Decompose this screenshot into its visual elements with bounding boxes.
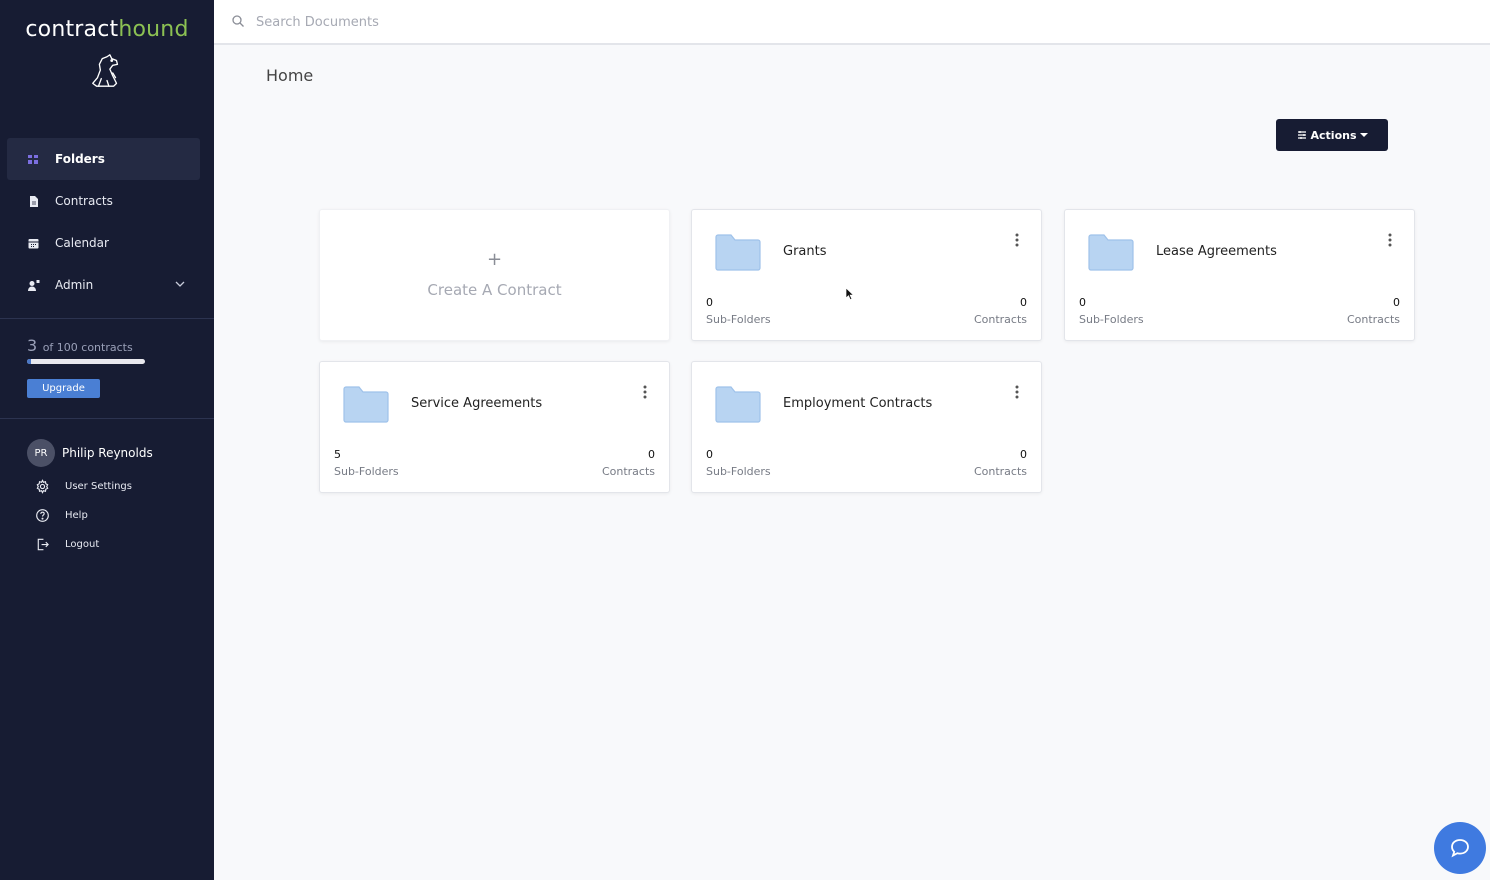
help-link[interactable]: Help: [35, 501, 132, 530]
logout-icon: [37, 538, 49, 551]
kebab-menu-icon[interactable]: [1384, 232, 1396, 248]
sliders-icon: [1297, 131, 1306, 139]
sidebar-item-label: Admin: [55, 278, 94, 292]
sidebar-item-label: Calendar: [55, 236, 109, 250]
contract-label: Contracts: [973, 465, 1027, 478]
folders-icon: [28, 154, 38, 164]
kebab-menu-icon[interactable]: [1011, 232, 1023, 248]
contract-stat: 0 Contracts: [1347, 296, 1400, 326]
upgrade-button[interactable]: Upgrade: [27, 379, 100, 398]
folder-card-service-agreements[interactable]: Service Agreements 5 Sub-Folders 0 Contr…: [319, 361, 670, 493]
top-bar: [214, 0, 1490, 45]
contract-count: 0: [648, 448, 655, 461]
folder-icon: [1088, 234, 1134, 271]
chat-bubble-icon: [1451, 839, 1469, 858]
subfolder-count: 5: [334, 448, 341, 461]
sidebar-divider: [0, 418, 214, 419]
folder-icon: [343, 386, 389, 423]
sidebar-item-folders[interactable]: Folders: [7, 138, 200, 180]
subfolder-count: 0: [706, 448, 713, 461]
sidebar-nav: Folders Contracts Calendar Admin: [7, 138, 200, 306]
subfolder-label: Sub-Folders: [1079, 313, 1144, 326]
subfolder-stat: 5 Sub-Folders: [334, 448, 399, 478]
sidebar-item-label: Folders: [55, 152, 105, 166]
mouse-cursor-icon: [845, 287, 855, 301]
folder-card-grants[interactable]: Grants 0 Sub-Folders 0 Contracts: [691, 209, 1042, 341]
usage-progress-fill: [27, 359, 31, 364]
kebab-menu-icon[interactable]: [639, 384, 651, 400]
logout-link[interactable]: Logout: [35, 530, 132, 559]
menu-item-label: Logout: [65, 539, 100, 550]
sidebar-item-calendar[interactable]: Calendar: [7, 222, 200, 264]
folder-name: Grants: [783, 244, 827, 259]
folder-card-lease-agreements[interactable]: Lease Agreements 0 Sub-Folders 0 Contrac…: [1064, 209, 1415, 341]
folder-icon: [715, 234, 761, 271]
subfolder-label: Sub-Folders: [706, 465, 771, 478]
usage-progress-bar: [27, 359, 145, 364]
sidebar-divider: [0, 318, 214, 319]
usage-count: 3: [27, 336, 38, 355]
user-settings-link[interactable]: User Settings: [35, 472, 132, 501]
search-input[interactable]: [256, 10, 856, 34]
folder-card-employment-contracts[interactable]: Employment Contracts 0 Sub-Folders 0 Con…: [691, 361, 1042, 493]
sidebar-item-admin[interactable]: Admin: [7, 264, 200, 306]
calendar-icon: [28, 238, 39, 248]
admin-icon: [28, 279, 40, 291]
plus-icon: +: [486, 249, 503, 270]
subfolder-stat: 0 Sub-Folders: [706, 448, 771, 478]
folder-icon: [715, 386, 761, 423]
help-icon: [36, 509, 49, 522]
caret-down-icon: [1359, 133, 1368, 137]
chat-support-button[interactable]: [1434, 822, 1486, 874]
create-contract-label: Create A Contract: [427, 281, 562, 299]
chevron-down-icon[interactable]: [174, 278, 186, 290]
subfolder-label: Sub-Folders: [706, 313, 771, 326]
menu-item-label: User Settings: [65, 481, 132, 492]
folder-name: Lease Agreements: [1156, 244, 1277, 259]
contract-label: Contracts: [601, 465, 655, 478]
subfolder-label: Sub-Folders: [334, 465, 399, 478]
avatar: PR: [27, 439, 55, 467]
contract-count: 0: [1393, 296, 1400, 309]
kebab-menu-icon[interactable]: [1011, 384, 1023, 400]
contract-count: 0: [1020, 448, 1027, 461]
contract-label: Contracts: [973, 313, 1027, 326]
sidebar-item-label: Contracts: [55, 194, 113, 208]
actions-label: Actions: [1310, 128, 1357, 142]
sidebar: contracthound Folders Contracts Calendar…: [0, 0, 214, 880]
document-icon: [30, 195, 38, 207]
folder-name: Service Agreements: [411, 396, 543, 411]
contract-stat: 0 Contracts: [974, 448, 1027, 478]
subfolder-count: 0: [706, 296, 713, 309]
user-name: Philip Reynolds: [62, 446, 153, 460]
menu-item-label: Help: [65, 510, 88, 521]
folder-name: Employment Contracts: [783, 396, 933, 411]
subfolder-stat: 0 Sub-Folders: [1079, 296, 1144, 326]
sidebar-item-contracts[interactable]: Contracts: [7, 180, 200, 222]
search-icon: [232, 15, 244, 27]
contract-stat: 0 Contracts: [602, 448, 655, 478]
dog-logo-icon: [92, 54, 119, 87]
contract-usage: 3 of 100 contracts: [27, 336, 133, 355]
brand-wordmark: contracthound: [25, 17, 189, 42]
gear-icon: [36, 479, 49, 494]
usage-text: of 100 contracts: [42, 341, 133, 354]
user-menu: User Settings Help Logout: [35, 472, 132, 559]
contract-stat: 0 Contracts: [974, 296, 1027, 326]
brand-logo[interactable]: contracthound: [0, 16, 214, 90]
subfolder-count: 0: [1079, 296, 1086, 309]
subfolder-stat: 0 Sub-Folders: [706, 296, 771, 326]
actions-button[interactable]: Actions: [1276, 119, 1388, 151]
page-title: Home: [266, 66, 314, 85]
create-contract-card[interactable]: + Create A Contract: [319, 209, 670, 341]
contract-label: Contracts: [1346, 313, 1400, 326]
user-profile[interactable]: PR Philip Reynolds: [27, 439, 153, 467]
contract-count: 0: [1020, 296, 1027, 309]
